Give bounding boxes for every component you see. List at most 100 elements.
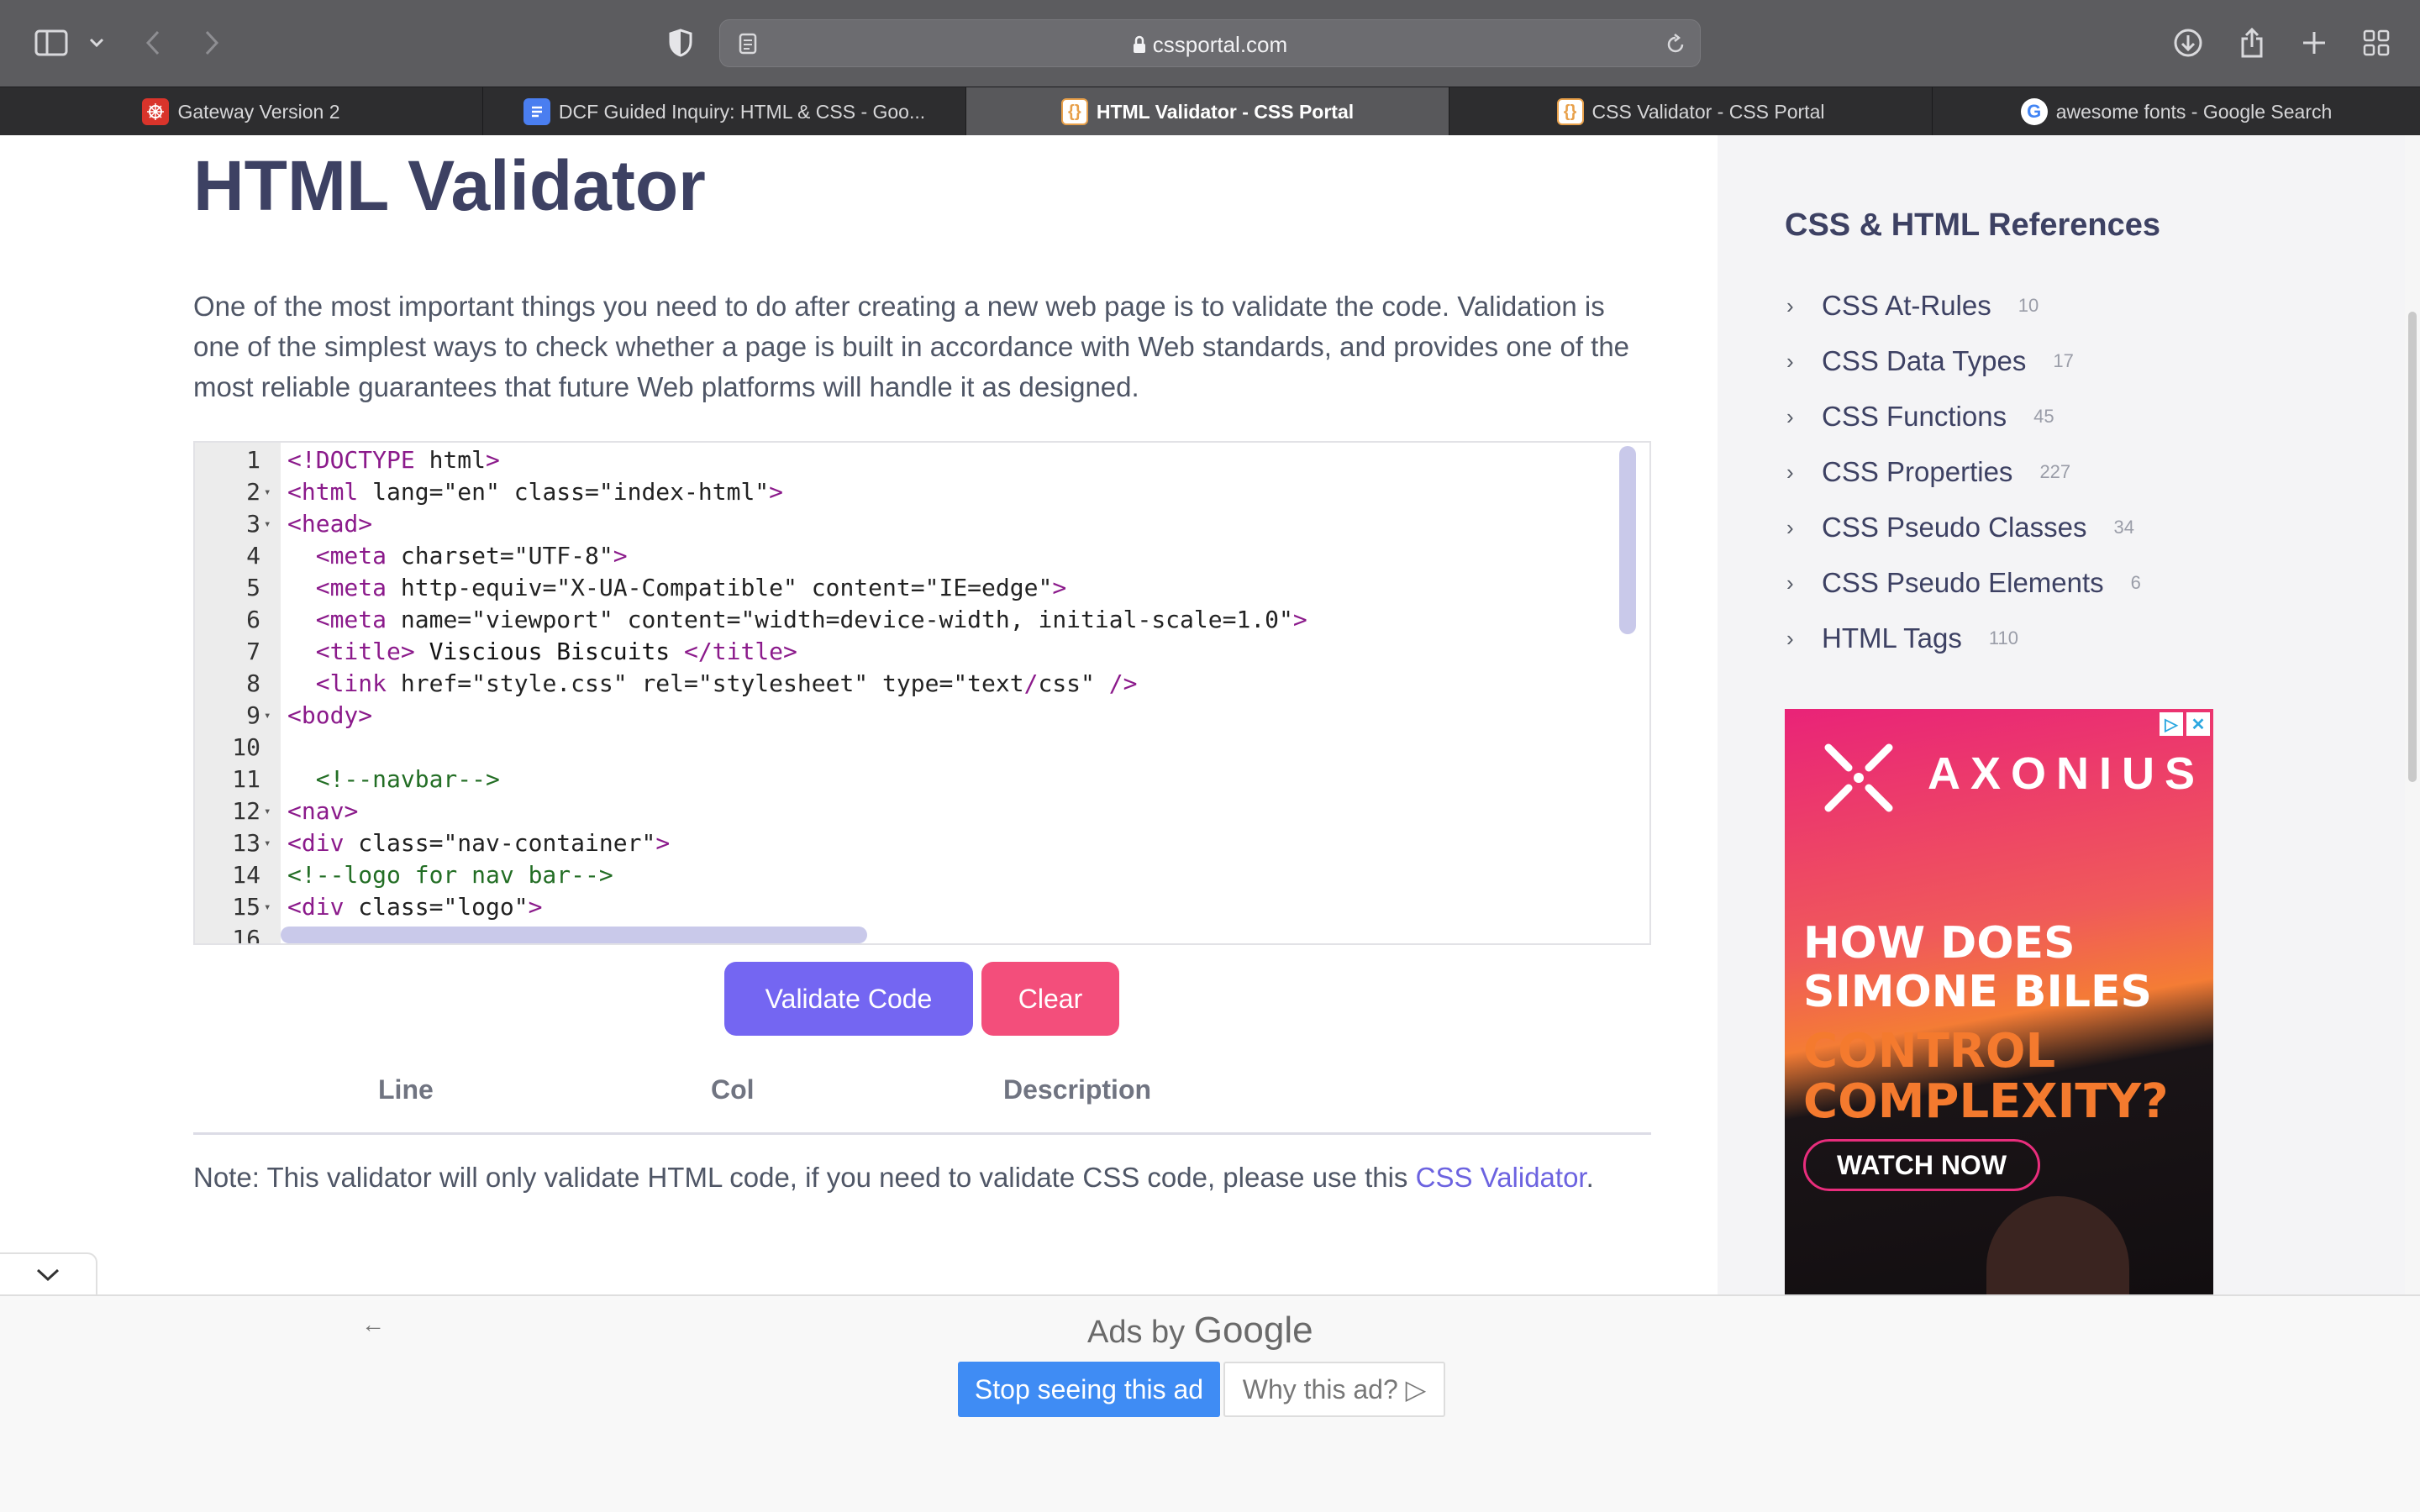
share-icon[interactable] <box>2235 22 2269 64</box>
editor-horizontal-scrollbar[interactable] <box>281 927 867 943</box>
adchoices-icon[interactable]: ▷ <box>2160 712 2183 736</box>
fold-toggle-icon[interactable]: ▾ <box>264 508 277 540</box>
sidebar-item-css-pseudo-classes[interactable]: › CSS Pseudo Classes 34 <box>1786 507 2134 549</box>
column-header-col: Col <box>711 1074 755 1105</box>
code-line[interactable]: 4 <meta charset="UTF-8"> <box>195 540 1623 572</box>
back-icon[interactable] <box>139 22 166 64</box>
fold-toggle-icon[interactable]: ▾ <box>264 795 277 827</box>
tab-google-search[interactable]: G awesome fonts - Google Search <box>1933 87 2420 136</box>
clear-button[interactable]: Clear <box>981 962 1119 1036</box>
chevron-right-icon: › <box>1786 570 1794 596</box>
css-validator-link[interactable]: CSS Validator <box>1416 1162 1586 1193</box>
code-line[interactable]: 7 <title> Viscious Biscuits </title> <box>195 636 1623 668</box>
code-line[interactable]: 11 <!--navbar--> <box>195 764 1623 795</box>
why-this-ad-button[interactable]: Why this ad? ▷ <box>1223 1362 1445 1417</box>
line-number: 10 <box>232 733 260 761</box>
sidebar-item-css-pseudo-elements[interactable]: › CSS Pseudo Elements 6 <box>1786 562 2141 604</box>
sidebar-ad[interactable]: ▷ ✕ AXONIUS HOW DOES SIMONE BILES CONTRO… <box>1785 709 2213 1294</box>
code-line[interactable]: 14 <!--logo for nav bar--> <box>195 859 1623 891</box>
line-number: 11 <box>232 765 260 793</box>
fold-toggle-icon[interactable]: ▾ <box>264 891 277 923</box>
tab-label: HTML Validator - CSS Portal <box>1096 100 1355 123</box>
item-count: 6 <box>2130 572 2141 593</box>
column-header-line: Line <box>378 1074 434 1105</box>
code-line[interactable]: 2 ▾ <html lang="en" class="index-html"> <box>195 476 1623 508</box>
address-bar[interactable]: cssportal.com <box>719 19 1701 67</box>
cssportal-favicon-icon: {} <box>1060 98 1088 125</box>
code-line[interactable]: 3 ▾ <head> <box>195 508 1623 540</box>
code-text: <!DOCTYPE html> <box>287 446 500 474</box>
code-line[interactable]: 1 <!DOCTYPE html> <box>195 444 1623 476</box>
tab-label: DCF Guided Inquiry: HTML & CSS - Goo... <box>558 100 926 123</box>
collapse-ad-button[interactable] <box>0 1252 97 1294</box>
url-text: cssportal.com <box>1152 32 1288 57</box>
code-text: <!--navbar--> <box>287 765 500 793</box>
code-line[interactable]: 15 ▾ <div class="logo"> <box>195 891 1623 923</box>
code-text: <meta http-equiv="X-UA-Compatible" conte… <box>315 574 1067 601</box>
page-content: HTML Validator One of the most important… <box>0 135 2420 1294</box>
fold-toggle-icon[interactable]: ▾ <box>264 827 277 859</box>
sidebar-item-css-properties[interactable]: › CSS Properties 227 <box>1786 451 2070 493</box>
back-arrow-icon[interactable]: ← <box>361 1311 385 1338</box>
sidebar-toggle-icon[interactable] <box>32 22 71 64</box>
code-text: <html lang="en" class="index-html"> <box>287 478 784 506</box>
tab-html-validator[interactable]: {} HTML Validator - CSS Portal <box>966 87 1449 136</box>
sidebar-item-css-at-rules[interactable]: › CSS At-Rules 10 <box>1786 285 2039 327</box>
fold-toggle-icon[interactable]: ▾ <box>264 700 277 732</box>
code-line[interactable]: 8 <link href="style.css" rel="stylesheet… <box>195 668 1623 700</box>
tab-google-docs[interactable]: DCF Guided Inquiry: HTML & CSS - Goo... <box>483 87 966 136</box>
table-header-divider <box>193 1132 1651 1135</box>
code-text: <div class="nav-container"> <box>287 829 671 857</box>
code-text: <nav> <box>287 797 359 825</box>
sidebar-item-css-data-types[interactable]: › CSS Data Types 17 <box>1786 340 2074 382</box>
line-number: 6 <box>246 606 260 633</box>
code-line[interactable]: 10 <box>195 732 1623 764</box>
item-count: 227 <box>2039 461 2071 482</box>
reload-icon[interactable] <box>1663 29 1688 59</box>
page-scrollbar-thumb[interactable] <box>2408 312 2417 782</box>
validate-code-button[interactable]: Validate Code <box>724 962 973 1036</box>
line-number: 9 <box>246 701 260 729</box>
line-number: 7 <box>246 638 260 665</box>
code-editor[interactable]: 1 <!DOCTYPE html> 2 ▾ <html lang="en" class=… <box>193 441 1651 945</box>
item-count: 10 <box>2018 295 2039 316</box>
ads-by-google-bar: ← Ads by Google Stop seeing this ad Why … <box>0 1294 2420 1512</box>
code-line[interactable]: 12 ▾ <nav> <box>195 795 1623 827</box>
item-count: 45 <box>2033 406 2054 427</box>
line-number: 14 <box>232 861 260 889</box>
privacy-shield-icon[interactable] <box>664 22 697 64</box>
code-line[interactable]: 13 ▾ <div class="nav-container"> <box>195 827 1623 859</box>
tab-overview-icon[interactable] <box>2360 22 2393 64</box>
page-title: HTML Validator <box>193 146 706 225</box>
code-line[interactable]: 5 <meta http-equiv="X-UA-Compatible" con… <box>195 572 1623 604</box>
line-number: 16 <box>232 925 260 945</box>
chevron-down-icon[interactable] <box>84 22 109 64</box>
ads-by-google-label: Ads by Google <box>1087 1310 1313 1351</box>
sidebar-item-css-functions[interactable]: › CSS Functions 45 <box>1786 396 2054 438</box>
tab-css-validator[interactable]: {} CSS Validator - CSS Portal <box>1449 87 1933 136</box>
chevron-right-icon: › <box>1786 514 1794 540</box>
tab-label: Gateway Version 2 <box>177 100 340 123</box>
close-ad-icon[interactable]: ✕ <box>2186 712 2210 736</box>
intro-paragraph: One of the most important things you nee… <box>193 291 1630 402</box>
new-tab-icon[interactable] <box>2297 22 2331 64</box>
tab-gateway[interactable]: Gateway Version 2 <box>0 87 483 136</box>
tab-label: CSS Validator - CSS Portal <box>1591 100 1825 123</box>
fold-toggle-icon[interactable]: ▾ <box>264 476 277 508</box>
editor-vertical-scrollbar[interactable] <box>1619 446 1636 634</box>
forward-icon[interactable] <box>198 22 225 64</box>
item-count: 110 <box>1988 627 2018 648</box>
references-sidebar: CSS & HTML References › CSS At-Rules 10 › C… <box>1718 135 2405 1294</box>
line-number: 2 <box>246 478 260 506</box>
line-number: 15 <box>232 893 260 921</box>
page-scrollbar[interactable] <box>2405 135 2420 1294</box>
code-line[interactable]: 6 <meta name="viewport" content="width=d… <box>195 604 1623 636</box>
code-line[interactable]: 9 ▾ <body> <box>195 700 1623 732</box>
sidebar-item-html-tags[interactable]: › HTML Tags 110 <box>1786 617 2018 659</box>
ad-watch-now-button[interactable]: WATCH NOW <box>1803 1139 2040 1191</box>
stop-seeing-ad-button[interactable]: Stop seeing this ad <box>958 1362 1220 1417</box>
chevron-right-icon: › <box>1786 292 1794 318</box>
line-number: 4 <box>246 542 260 570</box>
downloads-icon[interactable] <box>2171 22 2205 64</box>
google-favicon-icon: G <box>2020 98 2048 125</box>
